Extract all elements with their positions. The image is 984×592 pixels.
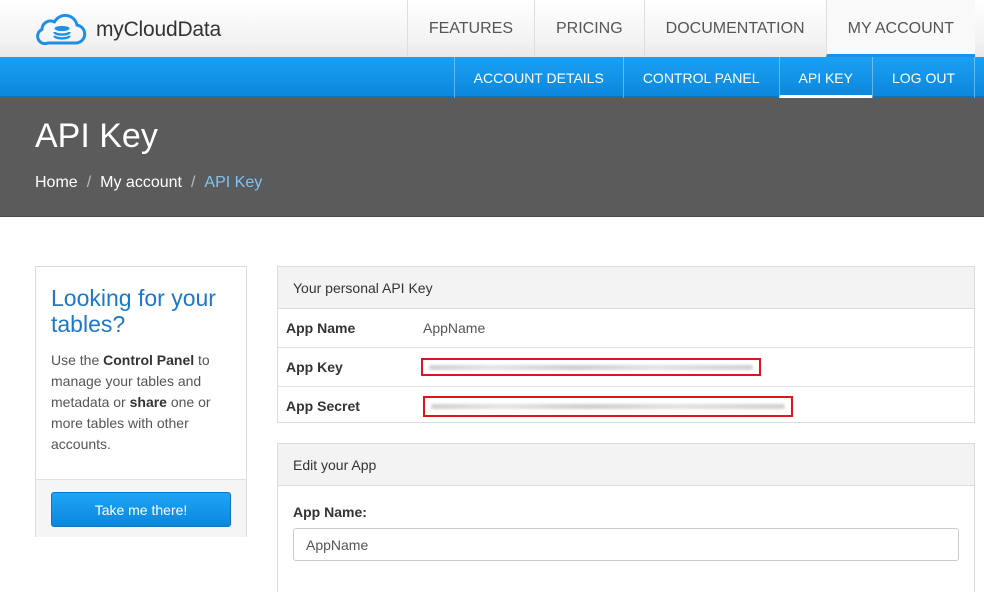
app-secret-redacted-value (423, 395, 793, 417)
sidebar-footer: Take me there! (36, 479, 246, 537)
main-nav: FEATURES PRICING DOCUMENTATION MY ACCOUN… (406, 0, 975, 57)
account-subnav: ACCOUNT DETAILS CONTROL PANEL API KEY LO… (453, 57, 975, 98)
breadcrumb-current: API Key (204, 174, 263, 191)
app-key-label: App Key (286, 359, 343, 375)
api-key-panel-heading: Your personal API Key (278, 267, 974, 309)
sidebar-text-part: Use the (51, 352, 104, 368)
account-subnav-bar: ACCOUNT DETAILS CONTROL PANEL API KEY LO… (0, 57, 984, 98)
app-key-redacted-value (421, 358, 761, 376)
take-me-there-button[interactable]: Take me there! (51, 492, 231, 527)
nav-features[interactable]: FEATURES (406, 0, 534, 57)
subnav-api-key[interactable]: API KEY (778, 57, 872, 98)
app-secret-row: App Secret (278, 387, 974, 425)
sidebar-text: Use the Control Panel to manage your tab… (51, 350, 236, 455)
redaction-blur (429, 364, 753, 370)
redaction-blur (431, 403, 785, 409)
breadcrumb-separator: / (190, 174, 196, 191)
sidebar-text-bold: Control Panel (103, 352, 195, 368)
subnav-control-panel[interactable]: CONTROL PANEL (622, 57, 779, 98)
nav-documentation[interactable]: DOCUMENTATION (643, 0, 826, 57)
breadcrumb: Home / My account / API Key (35, 174, 262, 192)
api-key-panel: Your personal API Key App Name AppName A… (277, 266, 975, 423)
breadcrumb-home[interactable]: Home (35, 174, 78, 191)
page-title: API Key (35, 117, 158, 155)
subnav-account-details[interactable]: ACCOUNT DETAILS (453, 57, 623, 98)
app-name-row: App Name AppName (278, 309, 974, 348)
logo[interactable]: myCloudData (34, 13, 221, 47)
app-key-row: App Key (278, 348, 974, 387)
edit-app-panel: Edit your App App Name: (277, 443, 975, 592)
subnav-log-out[interactable]: LOG OUT (871, 57, 975, 98)
page-header: API Key Home / My account / API Key (0, 98, 984, 217)
top-header: myCloudData FEATURES PRICING DOCUMENTATI… (0, 0, 984, 58)
edit-app-panel-heading: Edit your App (278, 444, 974, 486)
breadcrumb-my-account[interactable]: My account (100, 174, 182, 191)
logo-text: myCloudData (96, 18, 222, 41)
nav-my-account[interactable]: MY ACCOUNT (825, 0, 975, 57)
app-name-input[interactable] (293, 528, 959, 561)
app-name-label: App Name (286, 320, 356, 336)
sidebar-title: Looking for your tables? (51, 285, 216, 337)
sidebar-promo: Looking for your tables? Use the Control… (35, 266, 247, 537)
app-name-field-label: App Name: (293, 504, 367, 520)
cloud-database-logo-icon (36, 14, 87, 46)
breadcrumb-separator: / (86, 174, 92, 191)
app-secret-label: App Secret (286, 398, 360, 414)
sidebar-text-bold: share (129, 394, 167, 410)
app-name-value: AppName (423, 320, 486, 336)
nav-pricing[interactable]: PRICING (533, 0, 644, 57)
